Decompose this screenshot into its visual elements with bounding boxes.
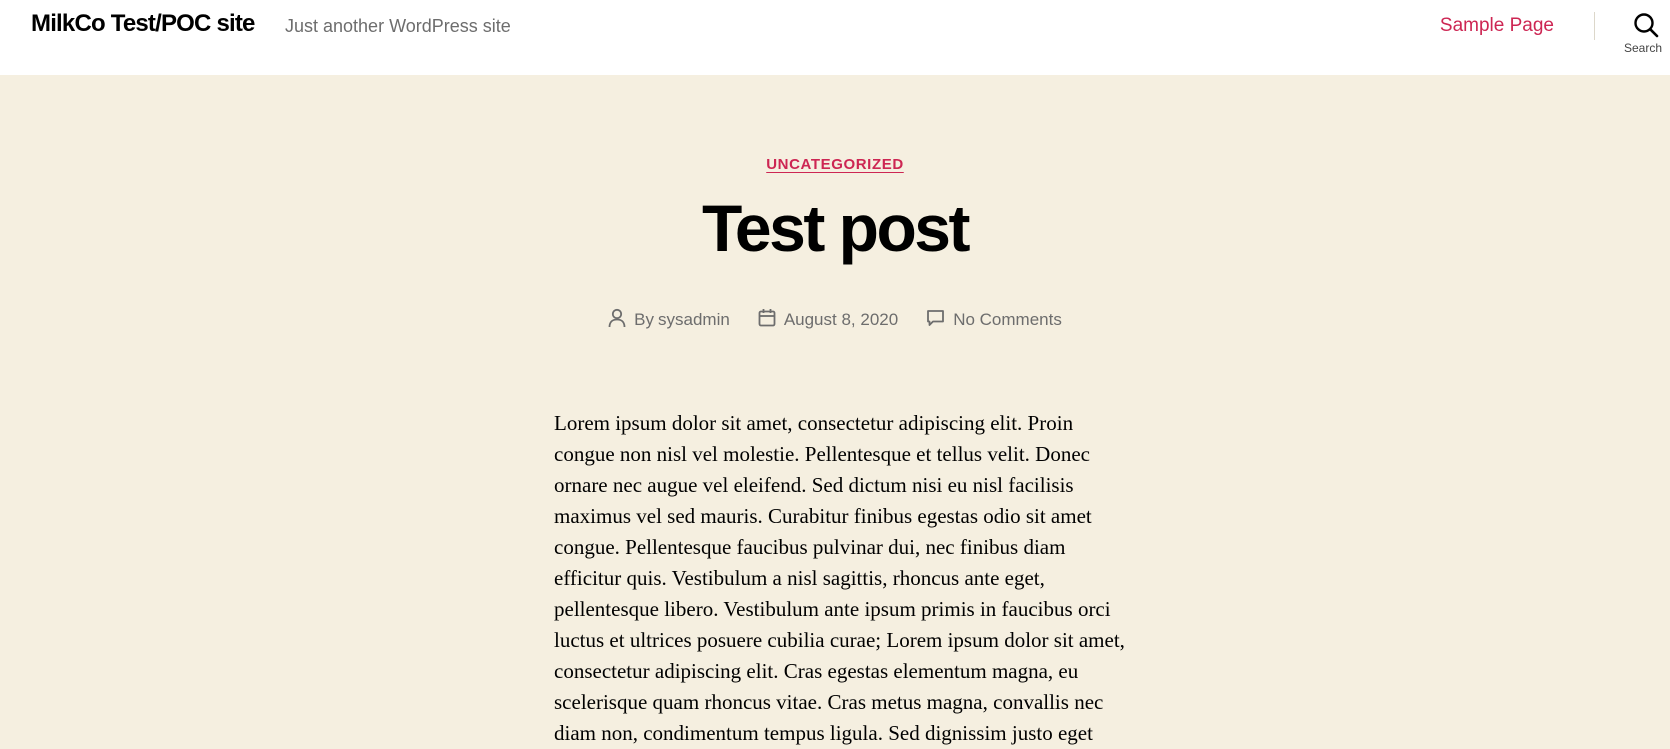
search-toggle-button[interactable]: Search xyxy=(1618,12,1670,64)
author-prefix: By xyxy=(634,310,654,329)
search-label: Search xyxy=(1623,41,1663,55)
post-content: Lorem ipsum dolor sit amet, consectetur … xyxy=(554,411,1125,745)
header-divider xyxy=(1594,12,1595,40)
category-link[interactable]: UNCATEGORIZED xyxy=(766,156,904,173)
search-icon xyxy=(1618,12,1670,38)
site-description: Just another WordPress site xyxy=(285,16,511,36)
calendar-icon xyxy=(758,308,776,332)
post-meta: By sysadmin August 8, 2020 No Comments xyxy=(0,308,1670,332)
post-category: UNCATEGORIZED xyxy=(0,156,1670,173)
site-title[interactable]: MilkCo Test/POC site xyxy=(31,10,255,38)
post-date: August 8, 2020 xyxy=(758,308,898,332)
author-link[interactable]: sysadmin xyxy=(658,310,730,330)
site-header: MilkCo Test/POC site Just another WordPr… xyxy=(0,0,1670,75)
post-author: By sysadmin xyxy=(608,308,730,333)
date-link[interactable]: August 8, 2020 xyxy=(784,310,898,330)
post-comments: No Comments xyxy=(926,309,1062,332)
comment-icon xyxy=(926,309,945,332)
comments-link[interactable]: No Comments xyxy=(953,310,1062,330)
post-title: Test post xyxy=(702,191,970,265)
user-icon xyxy=(608,308,626,333)
nav-item-sample-page[interactable]: Sample Page xyxy=(1440,15,1554,37)
